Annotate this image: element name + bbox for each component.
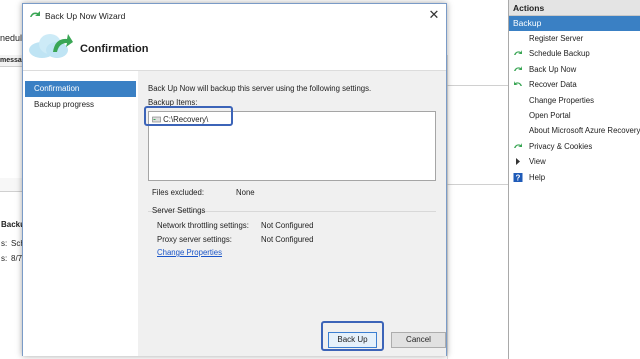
cloud-backup-icon (29, 34, 73, 58)
action-view-label: View (529, 157, 546, 167)
files-excluded-label: Files excluded: (152, 188, 205, 197)
bg-label-status: s: (1, 239, 8, 248)
action-register-server-label: Register Server (529, 34, 584, 43)
proxy-server-label: Proxy server settings: (157, 235, 232, 244)
schedule-backup-icon (514, 50, 522, 56)
action-recover-data-label: Recover Data (529, 80, 577, 90)
wizard-title: Back Up Now Wizard (45, 11, 126, 21)
action-view[interactable]: View (509, 154, 640, 169)
bg-mid-strip (447, 85, 508, 185)
action-change-properties-label: Change Properties (529, 95, 595, 105)
server-settings-label: Server Settings (152, 206, 206, 215)
action-help[interactable]: ? Help (509, 170, 640, 185)
actions-section-backup[interactable]: Backup (509, 16, 640, 31)
action-help-label: Help (529, 172, 546, 182)
nav-step-confirmation[interactable]: Confirmation (25, 81, 136, 97)
nav-step-backup-progress[interactable]: Backup progress (25, 97, 145, 113)
view-arrow-icon (516, 158, 520, 166)
svg-text:?: ? (516, 173, 521, 182)
actions-header: Actions (509, 0, 640, 16)
network-throttling-value: Not Configured (261, 221, 314, 230)
wizard-content-panel: Back Up Now will backup this server usin… (138, 71, 446, 356)
close-icon[interactable]: ✕ (426, 7, 442, 23)
wizard-steps-nav: Confirmation Backup progress (23, 71, 145, 356)
bg-value-time: 8/7 (11, 254, 23, 263)
change-properties-link[interactable]: Change Properties (157, 248, 222, 257)
backup-now-icon (514, 65, 522, 71)
action-about[interactable]: About Microsoft Azure Recovery (509, 123, 640, 138)
wizard-header: Confirmation (23, 26, 446, 71)
action-about-label: About Microsoft Azure Recovery (529, 126, 640, 136)
action-change-properties[interactable]: Change Properties (509, 93, 640, 108)
back-up-now-wizard-dialog: Back Up Now Wizard ✕ Confirmation Confir… (22, 3, 447, 356)
help-icon: ? (513, 172, 523, 182)
action-privacy-cookies[interactable]: Privacy & Cookies (509, 139, 640, 154)
wizard-titlebar[interactable]: Back Up Now Wizard ✕ (23, 4, 446, 26)
actions-pane: Actions Backup Register Server Schedule … (508, 0, 640, 359)
bg-label-messages: messa (0, 57, 22, 64)
wizard-heading: Confirmation (80, 43, 149, 55)
wizard-app-icon (30, 11, 40, 17)
network-throttling-label: Network throttling settings: (157, 221, 249, 230)
files-excluded-value: None (236, 188, 255, 197)
action-register-server[interactable]: Register Server (509, 31, 640, 46)
action-schedule-backup-label: Schedule Backup (529, 49, 590, 59)
bg-label-schedule: nedul (0, 33, 23, 43)
action-open-portal-label: Open Portal (529, 110, 571, 120)
proxy-server-value: Not Configured (261, 235, 314, 244)
back-up-button-highlight-box (321, 321, 384, 351)
bg-label-time: s: (1, 254, 8, 263)
action-open-portal[interactable]: Open Portal (509, 108, 640, 123)
action-recover-data[interactable]: Recover Data (509, 77, 640, 92)
action-schedule-backup[interactable]: Schedule Backup (509, 46, 640, 61)
backup-item-highlight-box (144, 106, 233, 126)
recover-data-icon (514, 81, 522, 87)
action-privacy-cookies-label: Privacy & Cookies (529, 141, 593, 151)
action-back-up-now-label: Back Up Now (529, 64, 577, 74)
action-back-up-now[interactable]: Back Up Now (509, 62, 640, 77)
intro-text: Back Up Now will backup this server usin… (148, 84, 372, 93)
privacy-icon (514, 142, 522, 148)
cancel-button[interactable]: Cancel (391, 332, 446, 348)
